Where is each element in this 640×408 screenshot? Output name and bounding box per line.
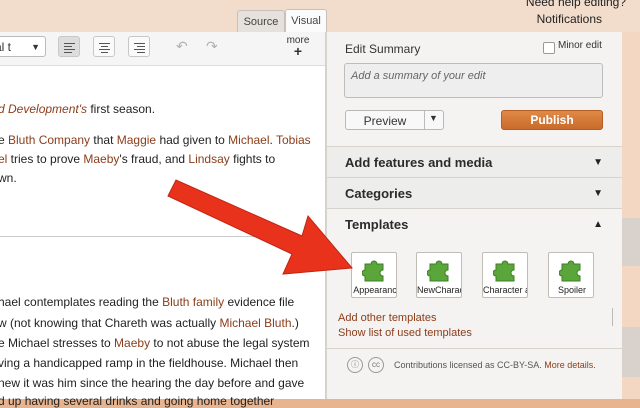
minor-edit-checkbox[interactable] (543, 42, 555, 54)
align-right-button[interactable] (128, 36, 150, 57)
help-link[interactable]: Need help editing? (526, 0, 626, 9)
template-tile[interactable]: Character a (482, 252, 528, 298)
article-line: d up having several drinks and going hom… (0, 394, 275, 408)
section-title: Add features and media (345, 155, 493, 170)
align-center-button[interactable] (93, 36, 115, 57)
link-lindsay[interactable]: Lindsay (188, 152, 229, 166)
template-name: Spoiler (557, 285, 586, 295)
article-line: w (not knowing that Chareth was actually… (0, 316, 299, 330)
chevron-up-icon[interactable]: ▲ (593, 219, 603, 230)
tab-source[interactable]: Source (237, 10, 285, 33)
publish-button[interactable]: Publish (501, 110, 603, 130)
divider (0, 236, 325, 237)
chevron-down-icon: ▼ (593, 157, 603, 168)
section-title[interactable]: Templates (345, 217, 408, 232)
article-line: d Development's first season. (0, 102, 156, 116)
editor-toolbar: al t ▼ ↶ ↷ more + (0, 32, 325, 66)
edit-summary-label: Edit Summary (345, 42, 421, 56)
link-michael[interactable]: Michael (228, 133, 269, 147)
article-line: ving a handicapped ramp in the fieldhous… (0, 356, 299, 370)
chevron-down-icon: ▼ (593, 188, 603, 199)
more-details-link[interactable]: More details. (544, 360, 596, 370)
align-left-button[interactable] (58, 36, 80, 57)
tab-visual[interactable]: Visual (285, 9, 327, 34)
section-add-features[interactable]: Add features and media ▼ (327, 146, 623, 178)
add-other-templates-link[interactable]: Add other templates (338, 312, 436, 324)
link-michael-bluth[interactable]: Michael Bluth (219, 316, 291, 330)
thumbnail-image (622, 327, 640, 377)
puzzle-icon (427, 260, 449, 282)
save-panel: Edit Summary Minor edit Add a summary of… (326, 32, 623, 399)
license-text: Contributions licensed as CC-BY-SA. More… (394, 360, 596, 370)
link-bluth-family[interactable]: Bluth family (162, 295, 224, 309)
puzzle-icon (559, 260, 581, 282)
notifications-link[interactable]: Notifications (537, 12, 602, 26)
link-maeby-2[interactable]: Maeby (114, 336, 150, 350)
article-line: el tries to prove Maeby's fraud, and Lin… (0, 152, 276, 166)
minor-edit-label: Minor edit (558, 40, 602, 51)
template-name: Character a (483, 285, 528, 295)
format-select[interactable]: al t ▼ (0, 36, 46, 57)
editor-area[interactable]: al t ▼ ↶ ↷ more + d Development's first … (0, 32, 326, 408)
link-maggie[interactable]: Maggie (117, 133, 156, 147)
plus-icon: + (293, 43, 303, 59)
template-tile[interactable]: Spoiler (548, 252, 594, 298)
article-line: e Bluth Company that Maggie had given to… (0, 133, 311, 147)
section-categories[interactable]: Categories ▼ (327, 177, 623, 209)
divider (612, 308, 613, 326)
article-line: hael contemplates reading the Bluth fami… (0, 295, 295, 309)
format-select-value: al t (0, 40, 12, 54)
link-bluth-company[interactable]: Bluth Company (8, 133, 90, 147)
template-tile[interactable]: NewCharac (416, 252, 462, 298)
preview-label: Preview (363, 114, 407, 128)
more-button[interactable]: more + (283, 35, 313, 59)
article-line: e Michael stresses to Maeby to not abuse… (0, 336, 310, 350)
template-name: Appearanc (353, 285, 397, 295)
chevron-down-icon[interactable]: ▼ (429, 113, 438, 123)
template-tile[interactable]: Appearanc (351, 252, 397, 298)
section-title: Categories (345, 186, 413, 201)
divider (327, 348, 623, 349)
template-name: NewCharac (417, 285, 462, 295)
puzzle-icon (493, 260, 515, 282)
chevron-down-icon: ▼ (31, 42, 40, 52)
attribution-icon: ⓘ (347, 357, 363, 373)
summary-placeholder: Add a summary of your edit (351, 70, 486, 82)
puzzle-icon (362, 260, 384, 282)
link-maeby[interactable]: Maeby (83, 152, 119, 166)
preview-button[interactable]: Preview ▼ (345, 110, 444, 130)
redo-icon[interactable]: ↷ (206, 38, 218, 55)
undo-icon[interactable]: ↶ (176, 38, 188, 55)
edit-summary-input[interactable]: Add a summary of your edit (344, 63, 603, 98)
article-line: wn. (0, 171, 17, 185)
cc-icon: cc (368, 357, 384, 373)
link-tobias[interactable]: Tobias (276, 133, 311, 147)
article-line: new it was him since the hearing the day… (0, 376, 305, 390)
thumbnail-image (622, 218, 640, 266)
show-used-templates-link[interactable]: Show list of used templates (338, 327, 472, 339)
